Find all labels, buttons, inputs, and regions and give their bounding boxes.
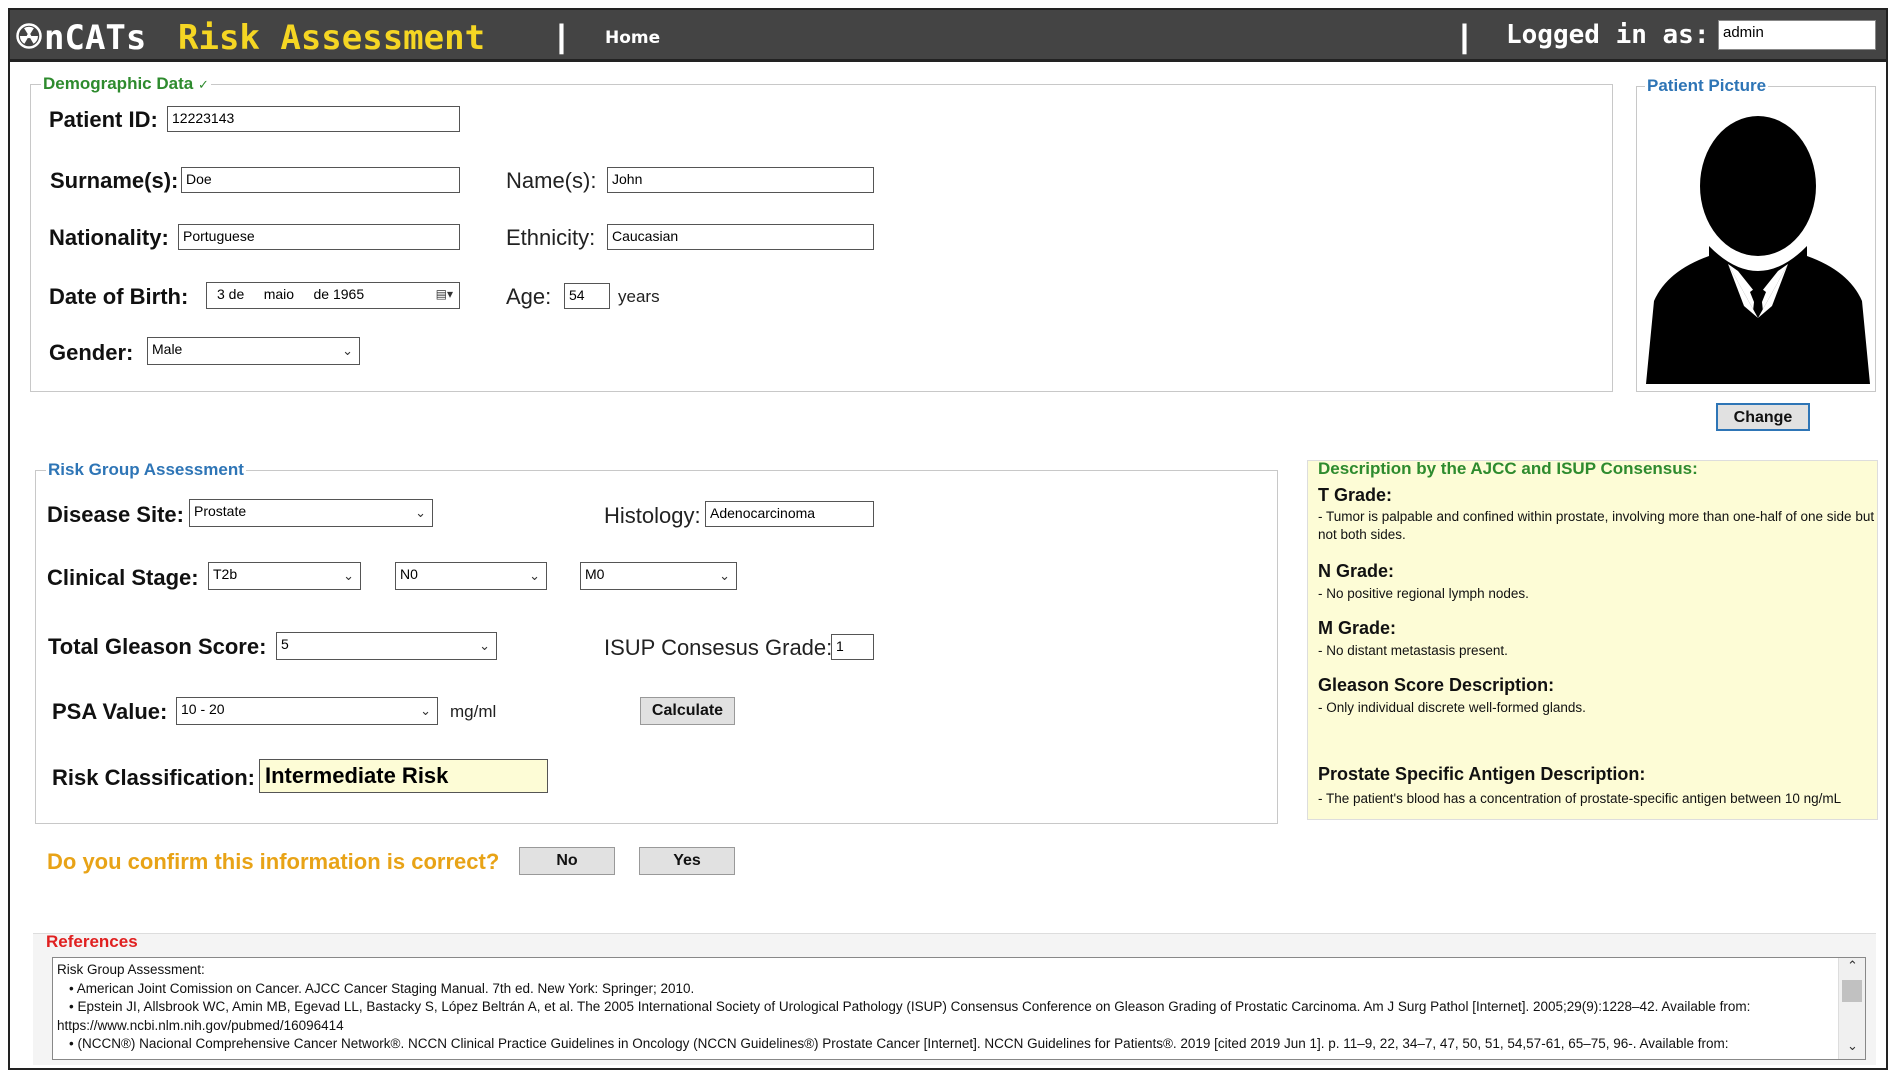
nationality-label: Nationality: (49, 225, 169, 250)
reference-line: • American Joint Comission on Cancer. AJ… (69, 980, 695, 996)
psa-description-title: Prostate Specific Antigen Description: (1318, 764, 1646, 784)
chevron-down-icon: ⌄ (479, 638, 490, 653)
calendar-dropdown-icon[interactable]: ▤▾ (436, 287, 453, 301)
calculate-button[interactable]: Calculate (640, 697, 735, 725)
confirm-question: Do you confirm this information is corre… (47, 849, 500, 874)
t-grade-text: - Tumor is palpable and confined within … (1318, 509, 1875, 542)
clinical-stage-label: Clinical Stage: (47, 565, 199, 590)
gleason-select[interactable]: 5 ⌄ (276, 632, 497, 660)
age-field[interactable]: 54 (564, 283, 610, 309)
dob-day[interactable]: 3 de (217, 286, 244, 302)
dob-month[interactable]: maio (264, 286, 294, 302)
references-scrollbar[interactable]: ⌃ ⌄ (1838, 958, 1865, 1059)
username-field[interactable]: admin (1718, 20, 1876, 50)
stage-n-value: N0 (400, 566, 418, 582)
dob-date-picker[interactable]: 3 de maio de 1965 ▤▾ (206, 282, 460, 309)
logged-in-label: Logged in as: (1506, 20, 1710, 50)
m-grade-title: M Grade: (1318, 618, 1397, 638)
histology-label: Histology: (604, 503, 701, 528)
gender-select[interactable]: Male ⌄ (147, 337, 360, 365)
stage-t-select[interactable]: T2b ⌄ (208, 562, 361, 590)
surname-label: Surname(s): (50, 168, 179, 193)
gleason-description-text: - Only individual discrete well-formed g… (1318, 700, 1586, 715)
chevron-down-icon: ⌄ (342, 343, 353, 358)
isup-field[interactable]: 1 (831, 634, 874, 660)
disease-site-value: Prostate (194, 503, 247, 519)
stage-n-select[interactable]: N0 ⌄ (395, 562, 547, 590)
risk-classification-label: Risk Classification: (52, 765, 255, 790)
ethnicity-label: Ethnicity: (506, 225, 596, 250)
reference-line: • (NCCN®) Nacional Comprehensive Cancer … (69, 1036, 1729, 1051)
scroll-down-icon[interactable]: ⌄ (1847, 1038, 1858, 1054)
histology-field[interactable]: Adenocarcinoma (705, 501, 874, 527)
no-button[interactable]: No (519, 847, 615, 875)
patient-id-label: Patient ID: (49, 107, 158, 132)
psa-unit-label: mg/ml (450, 702, 497, 721)
age-label: Age: (506, 284, 552, 309)
home-link[interactable]: Home (605, 28, 660, 48)
n-grade-text: - No positive regional lymph nodes. (1318, 586, 1529, 601)
user-silhouette-icon (1644, 96, 1872, 386)
gleason-description-title: Gleason Score Description: (1318, 675, 1555, 695)
risk-group-legend: Risk Group Assessment (48, 460, 244, 479)
chevron-down-icon: ⌄ (719, 568, 730, 583)
gender-label: Gender: (49, 340, 134, 365)
logo-radiation-icon (16, 23, 42, 49)
chevron-down-icon: ⌄ (420, 703, 431, 718)
references-legend: References (46, 932, 138, 951)
demographic-data-legend: Demographic Data (43, 74, 194, 93)
m-grade-text: - No distant metastasis present. (1318, 643, 1508, 658)
surname-field[interactable]: Doe (181, 167, 460, 193)
patient-picture-legend: Patient Picture (1647, 76, 1767, 95)
header-bar: nCATs Risk Assessment | Home | Logged in… (10, 10, 1886, 62)
name-field[interactable]: John (607, 167, 874, 193)
app-title: Risk Assessment (178, 18, 486, 58)
risk-classification-field: Intermediate Risk (259, 759, 548, 793)
ethnicity-field[interactable]: Caucasian (607, 224, 874, 250)
gender-value: Male (152, 341, 183, 357)
yes-button[interactable]: Yes (639, 847, 735, 875)
psa-value: 10 - 20 (181, 701, 225, 717)
reference-line: • Epstein JI, Allsbrook WC, Amin MB, Ege… (69, 999, 1751, 1014)
psa-select[interactable]: 10 - 20 ⌄ (176, 697, 438, 725)
references-textarea[interactable]: Risk Group Assessment: • American Joint … (52, 957, 1866, 1060)
psa-label: PSA Value: (52, 699, 168, 724)
stage-t-value: T2b (213, 566, 238, 582)
disease-site-select[interactable]: Prostate ⌄ (189, 499, 433, 527)
t-grade-title: T Grade: (1318, 485, 1393, 505)
psa-description-text: - The patient's blood has a concentratio… (1318, 791, 1842, 806)
patient-id-field[interactable]: 12223143 (167, 106, 460, 132)
dob-label: Date of Birth: (49, 284, 189, 309)
chevron-down-icon: ⌄ (529, 568, 540, 583)
name-label: Name(s): (506, 168, 597, 193)
disease-site-label: Disease Site: (47, 502, 184, 527)
gleason-label: Total Gleason Score: (48, 634, 267, 659)
description-legend: Description by the AJCC and ISUP Consens… (1318, 459, 1698, 478)
header-separator: | (557, 18, 566, 54)
gleason-value: 5 (281, 636, 289, 652)
scroll-up-icon[interactable]: ⌃ (1847, 958, 1858, 974)
stage-m-select[interactable]: M0 ⌄ (580, 562, 737, 590)
isup-label: ISUP Consesus Grade: (604, 635, 833, 660)
dob-year[interactable]: de 1965 (314, 286, 365, 302)
chevron-down-icon: ⌄ (415, 505, 426, 520)
logo-text: nCATs (44, 18, 147, 58)
check-icon: ✓ (197, 77, 209, 92)
n-grade-title: N Grade: (1318, 561, 1395, 581)
change-picture-button[interactable]: Change (1716, 403, 1810, 431)
nationality-field[interactable]: Portuguese (178, 224, 460, 250)
chevron-down-icon: ⌄ (343, 568, 354, 583)
header-separator-right: | (1460, 18, 1469, 54)
reference-line: Risk Group Assessment: (57, 962, 205, 977)
reference-line: https://www.ncbi.nlm.nih.gov/pubmed/1609… (57, 1017, 344, 1033)
age-unit-label: years (618, 287, 660, 306)
scrollbar-thumb[interactable] (1842, 980, 1862, 1002)
stage-m-value: M0 (585, 566, 605, 582)
